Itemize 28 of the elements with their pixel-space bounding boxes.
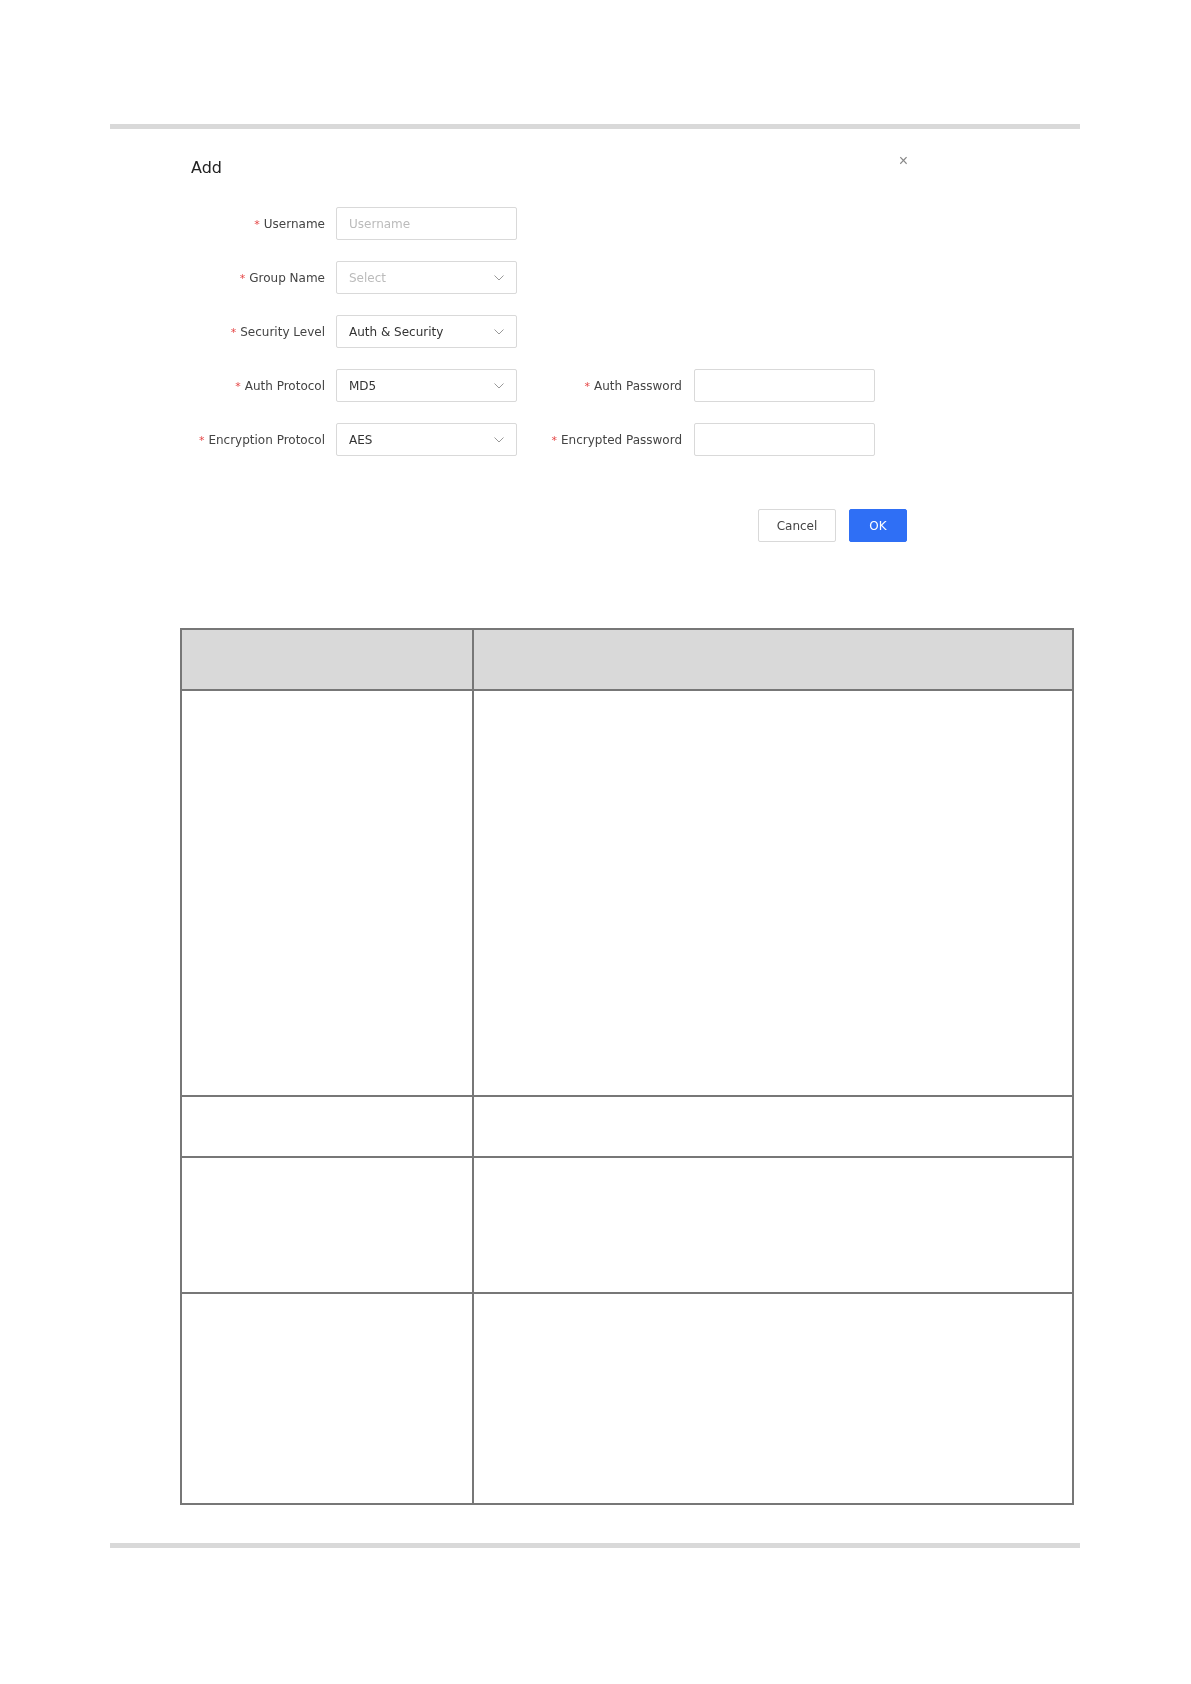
required-mark: *: [230, 325, 237, 339]
chevron-down-icon: [494, 382, 504, 389]
field-label: Encryption Protocol: [208, 432, 325, 447]
cancel-button[interactable]: Cancel: [758, 509, 836, 542]
required-mark: *: [551, 433, 557, 447]
field-label: Auth Protocol: [244, 378, 325, 393]
select-dropdown[interactable]: Auth & Security: [336, 315, 517, 348]
required-mark: *: [239, 271, 246, 285]
required-mark: *: [584, 379, 590, 393]
dialog-title: Add: [191, 157, 222, 179]
ok-button[interactable]: OK: [849, 509, 907, 542]
field-label: Username: [263, 216, 325, 231]
required-mark: *: [198, 433, 205, 447]
field-label: Encrypted Password: [561, 432, 682, 447]
chevron-down-icon: [494, 328, 504, 335]
select-dropdown[interactable]: MD5: [336, 369, 517, 402]
required-mark: *: [254, 217, 260, 231]
input-field[interactable]: [694, 369, 875, 402]
close-button[interactable]: ×: [896, 153, 910, 169]
input-field[interactable]: [694, 423, 875, 456]
input-field[interactable]: Username: [336, 207, 517, 240]
field-label: Group Name: [249, 270, 325, 285]
field-label: Security Level: [240, 324, 325, 339]
required-mark: *: [235, 379, 241, 393]
chevron-down-icon: [494, 274, 504, 281]
select-dropdown[interactable]: AES: [336, 423, 517, 456]
chevron-down-icon: [494, 436, 504, 443]
field-label: Auth Password: [594, 378, 682, 393]
